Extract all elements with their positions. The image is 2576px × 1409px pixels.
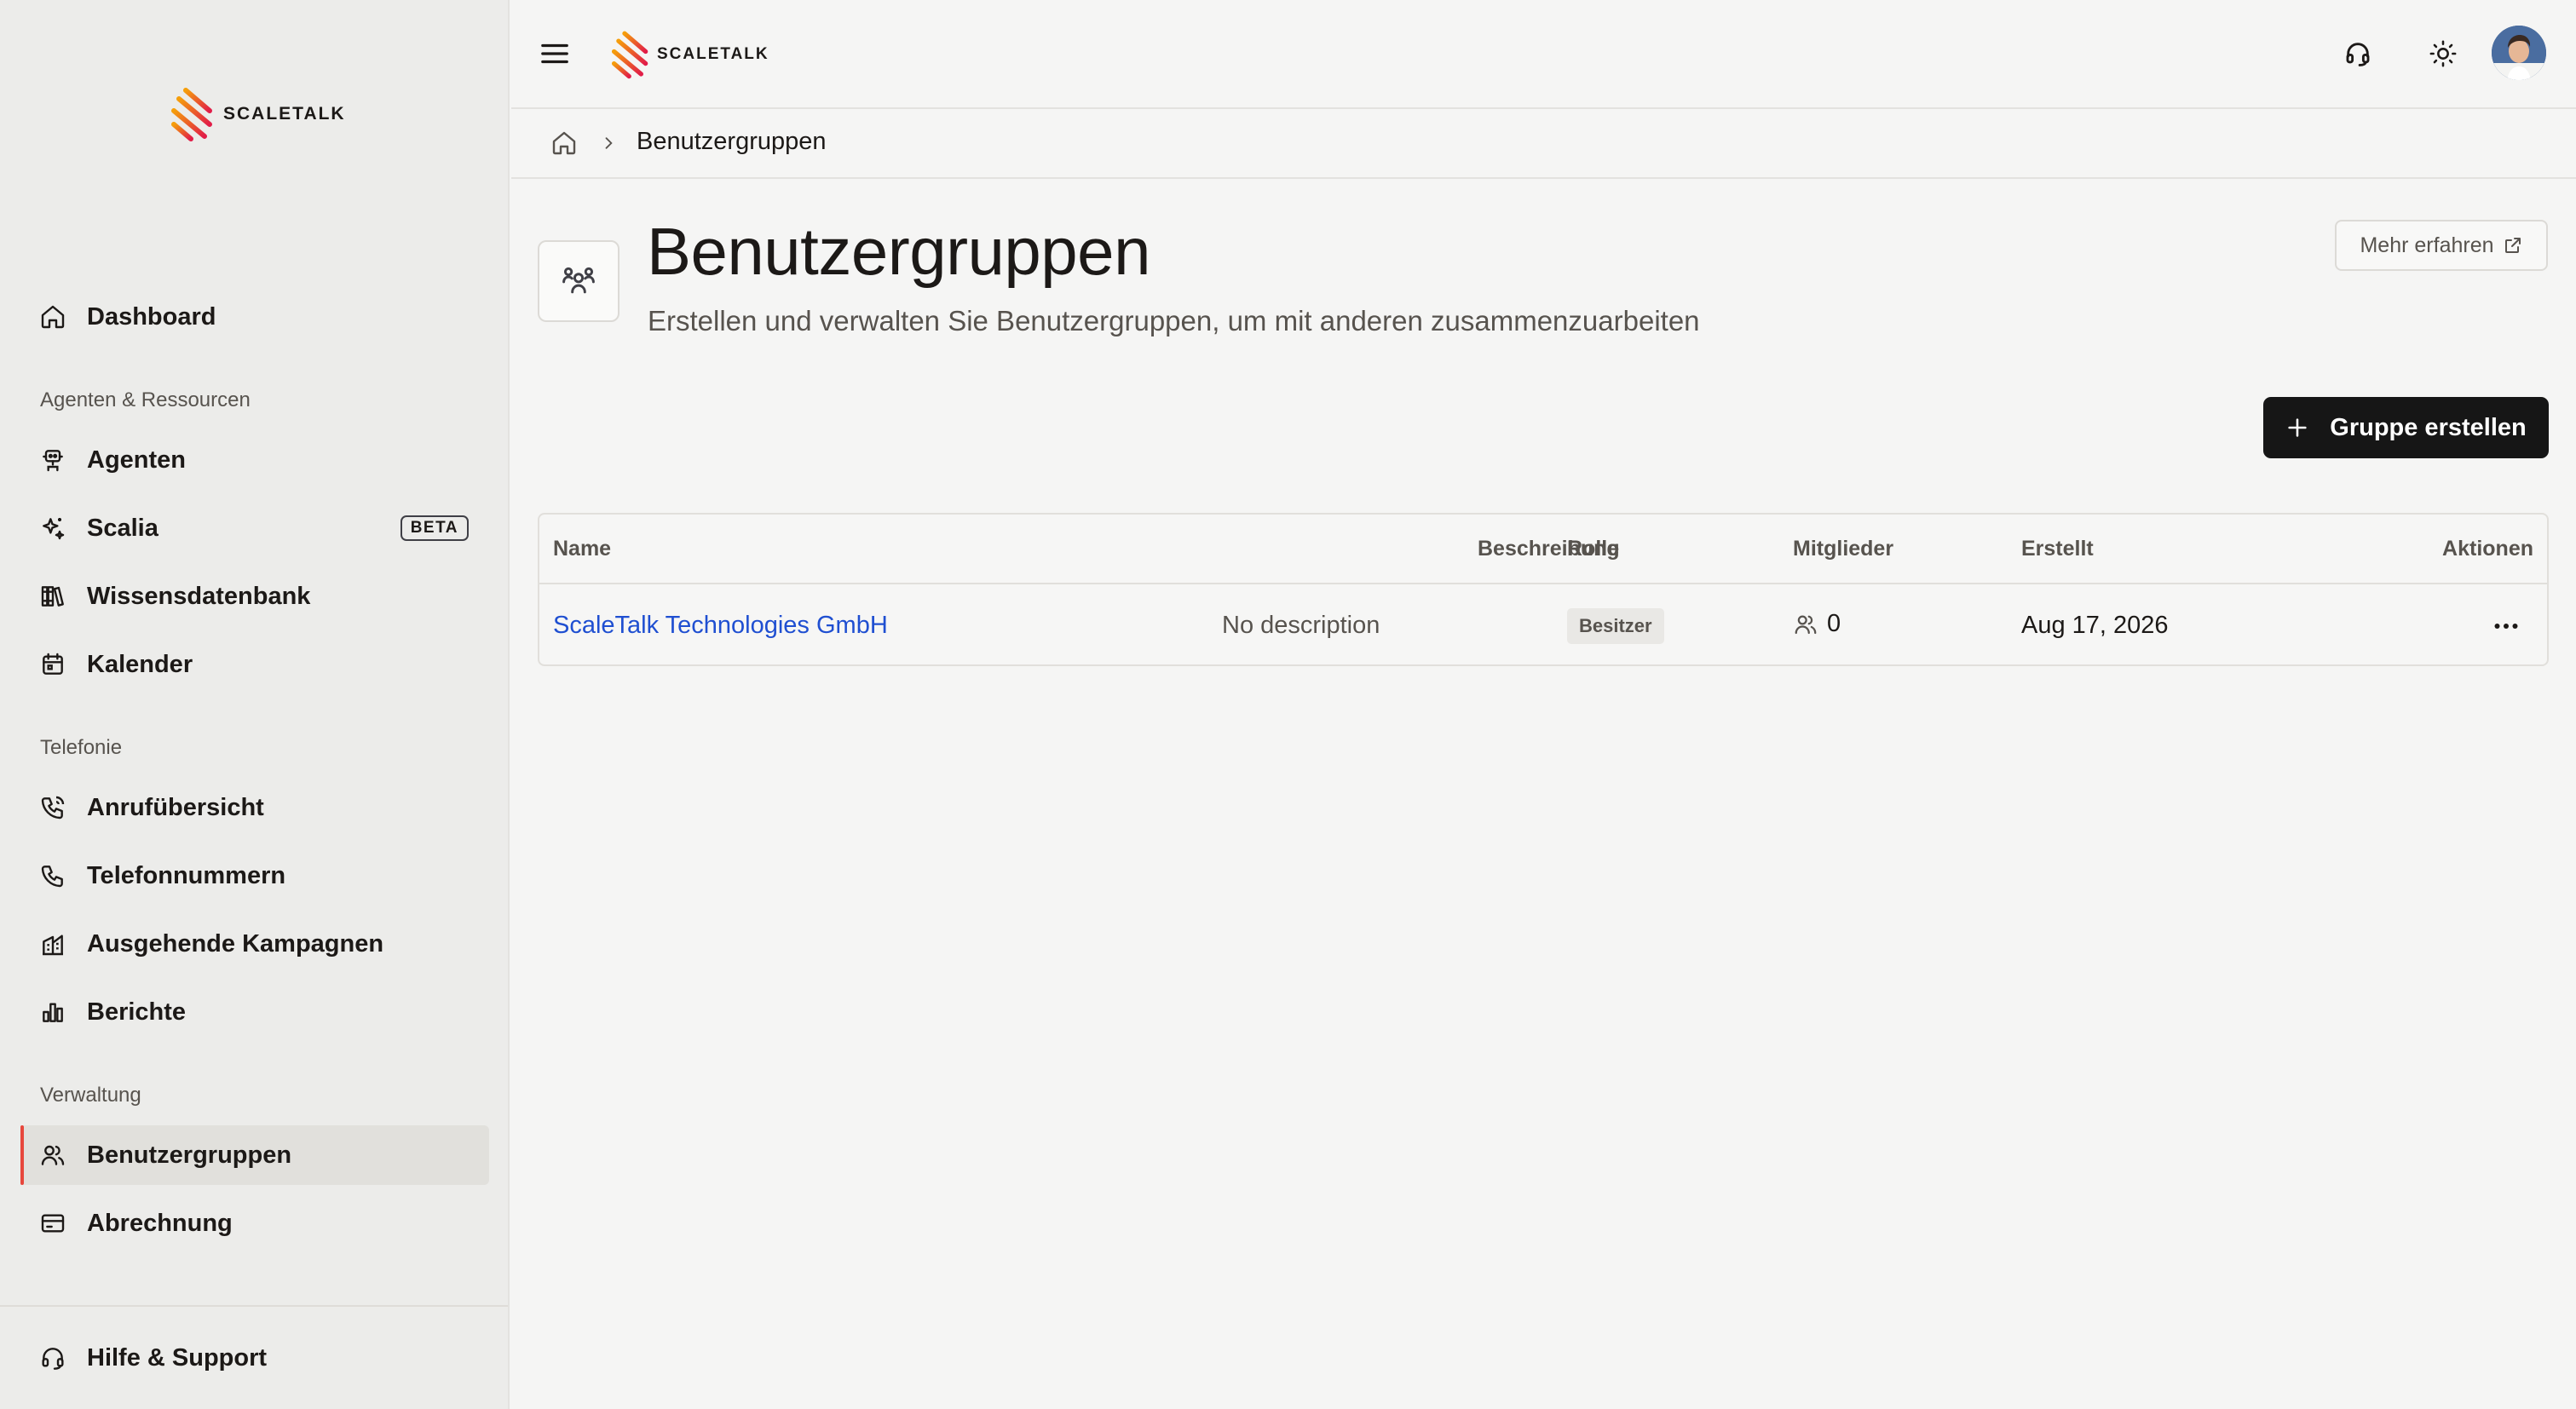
section-label-agenten: Agenten & Ressourcen (40, 388, 251, 411)
sidebar-item-label: Scalia (87, 514, 158, 542)
user-group-icon (562, 267, 595, 294)
home-icon[interactable] (550, 129, 578, 157)
chevron-right-icon (605, 137, 613, 149)
section-label-verwaltung: Verwaltung (40, 1084, 141, 1107)
credit-card-icon (41, 1214, 65, 1233)
sidebar-logo[interactable]: SCALETALK (169, 85, 346, 143)
phone-icon (41, 866, 63, 888)
sidebar-item-label: Telefonnummern (87, 861, 286, 889)
members-count: 0 (1793, 610, 1841, 638)
sparkles-icon (43, 518, 65, 540)
sidebar-item-wissensdatenbank[interactable]: Wissensdatenbank (20, 566, 489, 626)
role-badge: Besitzer (1567, 608, 1664, 644)
page-subtitle: Erstellen und verwalten Sie Benutzergrup… (648, 305, 1700, 336)
create-group-button[interactable]: Gruppe erstellen (2263, 397, 2549, 458)
more-horizontal-icon[interactable] (2491, 613, 2521, 639)
page-title: Benutzergruppen (647, 214, 1150, 289)
brand-name: SCALETALK (223, 104, 346, 124)
group-created-date: Aug 17, 2026 (2021, 612, 2169, 639)
sidebar-item-scalia[interactable]: Scalia BETA (20, 498, 489, 558)
brand-name: SCALETALK (657, 45, 769, 63)
sidebar-item-hilfe-support[interactable]: Hilfe & Support (20, 1328, 489, 1388)
campaign-icon (43, 935, 63, 956)
sidebar-item-label: Kalender (87, 650, 193, 678)
avatar[interactable] (2492, 26, 2546, 80)
sidebar: SCALETALK Dashboard Agenten & Ressourcen… (0, 0, 510, 1409)
learn-more-label: Mehr erfahren (2360, 233, 2494, 257)
sidebar-item-label: Hilfe & Support (87, 1343, 268, 1372)
beta-badge: BETA (400, 515, 469, 541)
sidebar-item-label: Ausgehende Kampagnen (87, 929, 384, 958)
headset-icon[interactable] (2343, 39, 2372, 68)
users-icon (1795, 615, 1817, 634)
table-header-row: Name Beschreibung Rolle Mitglieder Erste… (539, 515, 2547, 584)
sidebar-footer: Hilfe & Support (0, 1305, 508, 1409)
users-icon (41, 1145, 65, 1165)
groups-table: Name Beschreibung Rolle Mitglieder Erste… (538, 513, 2549, 666)
sun-icon[interactable] (2429, 39, 2458, 68)
sidebar-item-dashboard[interactable]: Dashboard (20, 287, 489, 347)
top-bar: SCALETALK (511, 0, 2576, 109)
sidebar-item-berichte[interactable]: Berichte (20, 982, 489, 1042)
column-header-actions: Aktionen (2442, 537, 2533, 561)
library-icon (41, 586, 64, 607)
sidebar-item-telefonnummern[interactable]: Telefonnummern (20, 846, 489, 906)
headset-icon (42, 1348, 64, 1370)
group-name-link[interactable]: ScaleTalk Technologies GmbH (553, 612, 888, 640)
sidebar-item-kalender[interactable]: Kalender (20, 635, 489, 694)
table-row[interactable]: ScaleTalk Technologies GmbH No descripti… (539, 586, 2547, 666)
sidebar-item-benutzergruppen[interactable]: Benutzergruppen (20, 1125, 489, 1185)
section-label-telefonie: Telefonie (40, 736, 123, 759)
sidebar-item-label: Abrechnung (87, 1209, 233, 1237)
column-header-members[interactable]: Mitglieder (1793, 537, 1893, 561)
bar-chart-icon (43, 1003, 63, 1022)
breadcrumb-current: Benutzergruppen (637, 128, 827, 155)
external-link-icon (2504, 238, 2521, 253)
menu-icon[interactable] (539, 37, 571, 70)
create-group-label: Gruppe erstellen (2330, 413, 2527, 441)
home-icon (41, 305, 65, 329)
top-logo[interactable]: SCALETALK (609, 29, 769, 80)
scaletalk-logo-icon (171, 88, 212, 141)
page-icon-box (538, 240, 620, 322)
breadcrumb: Benutzergruppen (511, 111, 2576, 179)
learn-more-button[interactable]: Mehr erfahren (2335, 220, 2548, 271)
sidebar-item-label: Benutzergruppen (87, 1141, 292, 1169)
scaletalk-logo-icon (611, 31, 648, 79)
sidebar-item-agenten[interactable]: Agenten (20, 430, 489, 490)
sidebar-item-label: Berichte (87, 998, 187, 1026)
group-description: No description (1222, 612, 1380, 639)
sidebar-item-abrechnung[interactable]: Abrechnung (20, 1193, 489, 1253)
column-header-created[interactable]: Erstellt (2021, 537, 2094, 561)
sidebar-item-label: Dashboard (87, 302, 216, 331)
user-avatar-icon (2492, 26, 2546, 80)
plus-icon (2288, 418, 2307, 437)
calendar-icon (43, 653, 63, 675)
sidebar-item-label: Wissensdatenbank (87, 582, 311, 610)
sidebar-item-label: Agenten (87, 446, 186, 474)
column-header-name[interactable]: Name (553, 537, 611, 561)
phone-call-icon (41, 796, 65, 820)
members-value: 0 (1827, 610, 1841, 637)
sidebar-item-ausgehende-kampagnen[interactable]: Ausgehende Kampagnen (20, 914, 489, 974)
column-header-role[interactable]: Rolle (1567, 537, 1619, 561)
sidebar-item-label: Anrufübersicht (87, 793, 264, 821)
robot-icon (43, 450, 63, 472)
sidebar-item-anrufuebersicht[interactable]: Anrufübersicht (20, 778, 489, 837)
